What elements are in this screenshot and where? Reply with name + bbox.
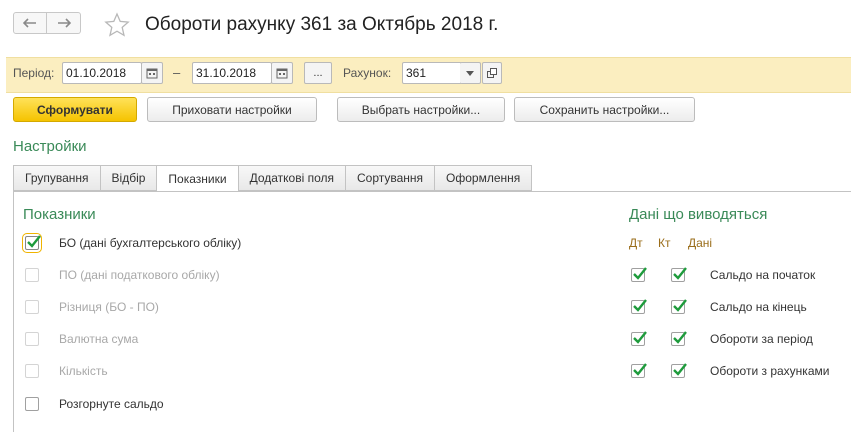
checkmark-icon xyxy=(673,331,687,344)
forward-button[interactable] xyxy=(47,12,81,34)
tab-filter[interactable]: Відбір xyxy=(100,165,158,191)
column-header-dt: Дт xyxy=(629,236,643,250)
output-kt-checkbox[interactable] xyxy=(671,363,687,378)
output-kt-checkbox[interactable] xyxy=(671,299,687,314)
tab-panel-border xyxy=(13,192,14,432)
indicator-label-quantity: Кількість xyxy=(59,364,108,378)
page-title: Обороти рахунку 361 за Октябрь 2018 г. xyxy=(145,14,499,35)
checkmark-icon xyxy=(633,267,647,280)
output-row-label: Обороти з рахунками xyxy=(710,364,830,378)
column-header-kt: Кт xyxy=(658,236,671,250)
output-kt-checkbox[interactable] xyxy=(671,331,687,346)
tab-formatting[interactable]: Оформлення xyxy=(435,165,533,191)
select-period-button[interactable]: ... xyxy=(304,62,332,84)
column-header-data: Дані xyxy=(688,236,713,250)
indicator-label-tax: ПО (дані податкового обліку) xyxy=(59,268,220,282)
checkmark-icon xyxy=(633,331,647,344)
output-dt-checkbox[interactable] xyxy=(631,363,647,378)
save-settings-button[interactable]: Сохранить настройки... xyxy=(514,97,695,122)
tab-grouping[interactable]: Групування xyxy=(13,165,101,191)
chevron-down-icon xyxy=(466,70,474,76)
period-label: Період: xyxy=(13,66,55,80)
indicator-label-difference: Різниця (БО - ПО) xyxy=(59,300,159,314)
back-button[interactable] xyxy=(13,12,47,34)
date-from-field[interactable]: 01.10.2018 xyxy=(62,62,142,84)
account-label: Рахунок: xyxy=(343,66,392,80)
output-kt-checkbox[interactable] xyxy=(671,267,687,282)
checkmark-icon xyxy=(673,299,687,312)
output-row-label: Обороти за період xyxy=(710,332,813,346)
tab-sorting[interactable]: Сортування xyxy=(345,165,436,191)
output-dt-checkbox[interactable] xyxy=(631,299,647,314)
indicator-checkbox-expanded-balance[interactable] xyxy=(25,397,39,411)
checkmark-icon xyxy=(673,267,687,280)
tabs-divider xyxy=(13,191,851,192)
checkmark-icon xyxy=(633,363,647,376)
account-open-button[interactable] xyxy=(482,62,502,84)
tab-indicators[interactable]: Показники xyxy=(157,165,239,192)
indicators-title: Показники xyxy=(23,206,96,223)
date-from-calendar-button[interactable] xyxy=(141,62,163,84)
account-field[interactable]: 361 xyxy=(402,62,462,84)
open-icon xyxy=(487,68,497,78)
calendar-icon xyxy=(146,68,158,79)
arrow-right-icon xyxy=(57,18,71,28)
hide-settings-button[interactable]: Приховати настройки xyxy=(147,97,317,122)
checkmark-icon xyxy=(673,363,687,376)
indicator-label-currency: Валютна сума xyxy=(59,332,139,346)
output-row-label: Сальдо на початок xyxy=(710,268,816,282)
generate-button[interactable]: Сформувати xyxy=(13,97,137,122)
account-dropdown-button[interactable] xyxy=(460,62,481,84)
output-title: Дані що виводяться xyxy=(629,206,768,223)
date-to-calendar-button[interactable] xyxy=(271,62,293,84)
tab-additional-fields[interactable]: Додаткові поля xyxy=(238,165,346,191)
indicator-label-accounting: БО (дані бухгалтерського обліку) xyxy=(59,236,242,250)
settings-title: Настройки xyxy=(13,138,87,155)
checkmark-icon xyxy=(27,235,41,248)
output-dt-checkbox[interactable] xyxy=(631,331,647,346)
choose-settings-button[interactable]: Выбрать настройки... xyxy=(337,97,505,122)
checkmark-icon xyxy=(633,299,647,312)
indicator-label-expanded-balance: Розгорнуте сальдо xyxy=(59,397,164,411)
output-row-label: Сальдо на кінець xyxy=(710,300,807,314)
indicator-checkbox-accounting[interactable] xyxy=(22,233,42,253)
calendar-icon xyxy=(276,68,288,79)
indicator-checkbox-quantity[interactable] xyxy=(25,364,39,378)
date-separator: – xyxy=(173,65,181,80)
output-dt-checkbox[interactable] xyxy=(631,267,647,282)
indicator-checkbox-currency[interactable] xyxy=(25,332,39,346)
date-to-field[interactable]: 31.10.2018 xyxy=(192,62,272,84)
indicator-checkbox-difference[interactable] xyxy=(25,300,39,314)
settings-tabs: Групування Відбір Показники Додаткові по… xyxy=(13,165,533,192)
star-icon[interactable] xyxy=(104,12,130,38)
indicator-checkbox-tax[interactable] xyxy=(25,268,39,282)
arrow-left-icon xyxy=(23,18,36,28)
